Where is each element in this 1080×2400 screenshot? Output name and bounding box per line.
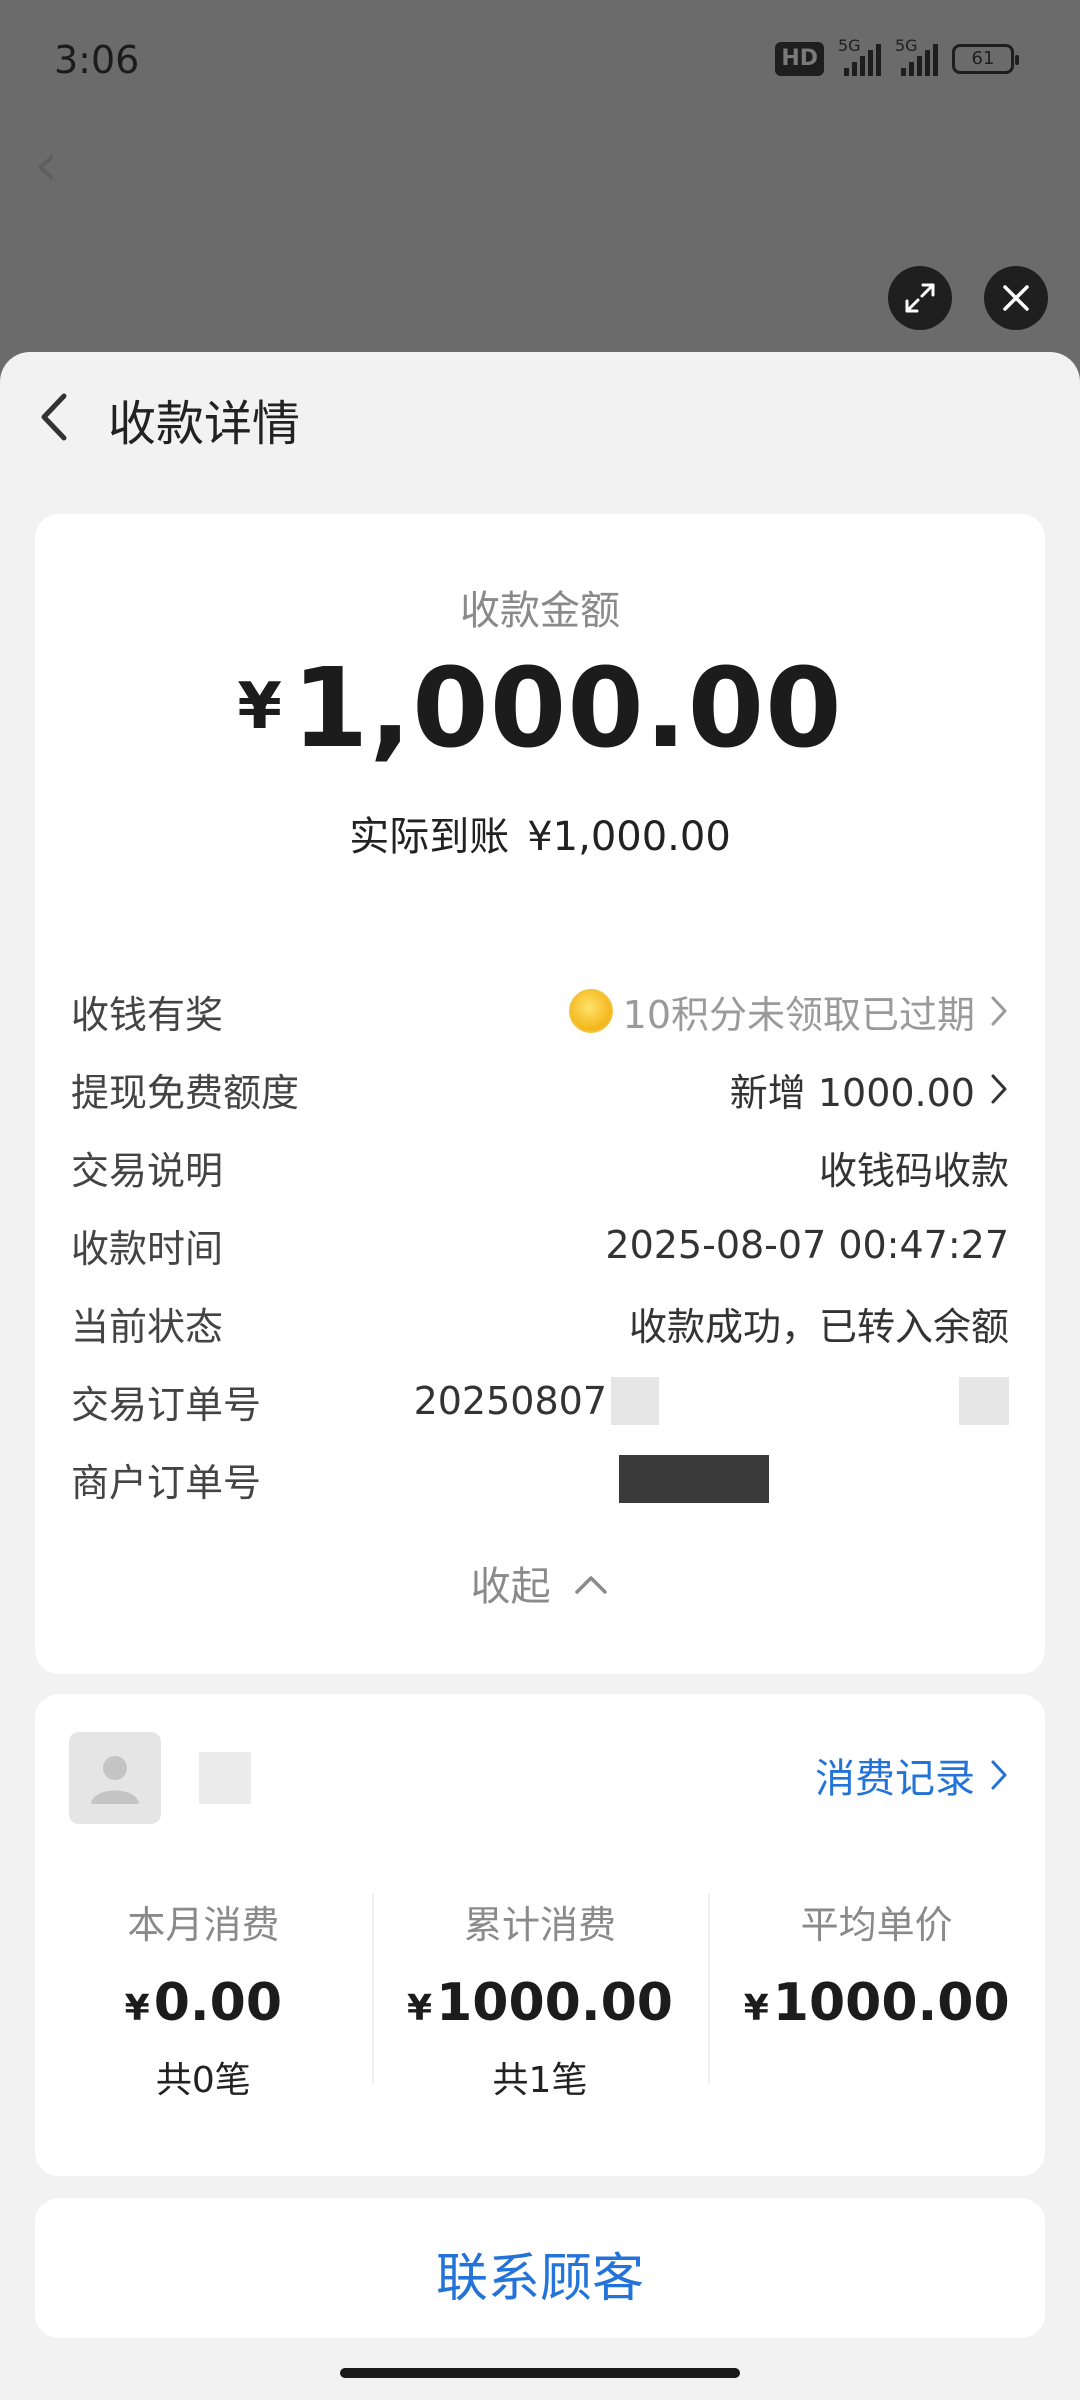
row-value: 收款成功，已转入余额 (628, 1304, 1009, 1349)
back-button[interactable] (30, 382, 80, 452)
row-value (619, 1455, 1009, 1503)
chevron-right-icon (991, 1074, 1007, 1104)
status-bar: 3:06 HD 5G 5G 61 (0, 0, 1080, 130)
row-key: 当前状态 (71, 1304, 224, 1349)
redacted-block (959, 1377, 1009, 1425)
customer-card: 消费记录 本月消费 ¥0.00 共0笔 累计消费 ¥1000.00 共1笔 平均… (35, 1694, 1045, 2176)
stat-title: 平均单价 (800, 1903, 953, 1947)
row-free-quota[interactable]: 提现免费额度 新增 1000.00 (71, 1050, 1009, 1128)
row-value: 新增 1000.00 (730, 1062, 1009, 1117)
row-reward[interactable]: 收钱有奖 10积分未领取已过期 (71, 972, 1009, 1050)
stat-title: 本月消费 (127, 1903, 280, 1947)
detail-rows: 收钱有奖 10积分未领取已过期 提现免费额度 新增 1000.00 交易说明 收… (71, 972, 1009, 1518)
row-description: 交易说明 收钱码收款 (71, 1128, 1009, 1206)
signal-icon-sim2: 5G (895, 36, 938, 76)
row-key: 收款时间 (71, 1226, 224, 1271)
stat-average: 平均单价 ¥1000.00 (708, 1894, 1045, 2103)
close-button[interactable] (984, 266, 1048, 330)
close-icon (1003, 285, 1029, 311)
hd-voice-icon: HD (775, 42, 824, 76)
detail-sheet: 收款详情 收款金额 ¥1,000.00 实际到账 ¥1,000.00 收钱有奖 1… (0, 352, 1080, 2400)
row-status: 当前状态 收款成功，已转入余额 (71, 1284, 1009, 1362)
coin-icon (568, 989, 613, 1033)
amount-card: 收款金额 ¥1,000.00 实际到账 ¥1,000.00 收钱有奖 10积分未领… (35, 514, 1045, 1674)
stat-value: ¥1000.00 (743, 1973, 1010, 2033)
row-time: 收款时间 2025-08-07 00:47:27 (71, 1206, 1009, 1284)
stat-total: 累计消费 ¥1000.00 共1笔 (371, 1894, 709, 2103)
row-value: 10积分未领取已过期 (568, 984, 1009, 1039)
avatar (69, 1732, 161, 1824)
status-time: 3:06 (54, 38, 140, 82)
row-key: 交易说明 (71, 1148, 224, 1193)
actual-value: ¥1,000.00 (527, 814, 731, 860)
row-key: 商户订单号 (71, 1460, 262, 1505)
row-order-no[interactable]: 交易订单号 20250807 (71, 1362, 1009, 1440)
row-key: 收钱有奖 (71, 992, 224, 1037)
redacted-block (619, 1455, 769, 1503)
expand-icon (905, 283, 935, 313)
row-value: 收钱码收款 (818, 1148, 1009, 1193)
row-key: 交易订单号 (71, 1382, 262, 1427)
stat-title: 累计消费 (464, 1903, 617, 1947)
user-icon (91, 1756, 139, 1804)
battery-icon: 61 (952, 44, 1019, 74)
amount-value: ¥1,000.00 (35, 644, 1045, 772)
actual-received: 实际到账 ¥1,000.00 (35, 804, 1045, 862)
actual-label: 实际到账 (349, 814, 510, 860)
status-icons: HD 5G 5G 61 (775, 36, 1019, 76)
stat-value: ¥1000.00 (407, 1973, 673, 2033)
contact-customer-button[interactable]: 联系顾客 (35, 2198, 1045, 2338)
signal-icon-sim1: 5G (838, 36, 881, 76)
stat-count: 共1笔 (492, 2060, 588, 2101)
collapse-button[interactable]: 收起 (35, 1554, 1045, 1612)
row-key: 提现免费额度 (71, 1070, 300, 1115)
contact-label: 联系顾客 (435, 2249, 644, 2309)
stat-month: 本月消费 ¥0.00 共0笔 (35, 1894, 372, 2103)
customer-name-redacted (199, 1752, 251, 1804)
consumption-records-link[interactable]: 消费记录 (815, 1746, 1009, 1804)
stat-value: ¥0.00 (124, 1973, 283, 2033)
amount-label: 收款金额 (460, 588, 620, 634)
stat-count: 共0笔 (155, 2060, 251, 2101)
currency-symbol: ¥ (237, 670, 282, 744)
chevron-up-icon (575, 1576, 608, 1594)
expand-button[interactable] (888, 266, 952, 330)
home-indicator[interactable] (340, 2368, 740, 2378)
amount-number: 1,000.00 (291, 644, 843, 772)
row-value: 2025-08-07 00:47:27 (605, 1223, 1009, 1267)
chevron-right-icon (991, 1760, 1007, 1790)
sheet-header: 收款详情 (0, 352, 1080, 482)
row-merchant-order-no[interactable]: 商户订单号 (71, 1440, 1009, 1518)
redacted-block (611, 1377, 659, 1425)
chevron-right-icon (991, 996, 1007, 1026)
page-title: 收款详情 (108, 396, 301, 452)
background-back-icon: ‹ (34, 130, 58, 200)
row-value: 20250807 (414, 1377, 1009, 1425)
consumption-stats: 本月消费 ¥0.00 共0笔 累计消费 ¥1000.00 共1笔 平均单价 ¥1… (35, 1894, 1045, 2103)
